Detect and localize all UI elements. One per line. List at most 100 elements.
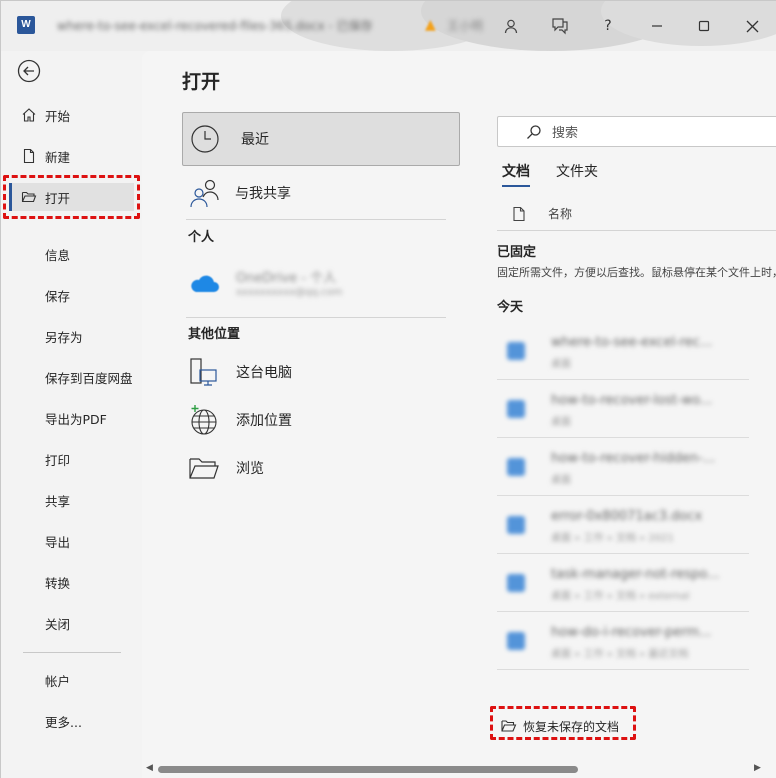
nav-info[interactable]: 信息 [1,240,142,268]
person-icon [504,19,518,34]
scrollbar-thumb[interactable] [158,766,578,773]
nav-share[interactable]: 共享 [1,486,142,514]
onedrive-cloud-icon [191,275,219,292]
nav-transform[interactable]: 转换 [1,568,142,596]
scroll-left-arrow-icon[interactable]: ◀ [146,763,153,773]
people-icon [190,179,219,208]
globe-add-icon [191,405,217,435]
name-column-header[interactable]: 名称 [512,205,572,222]
back-arrow-icon[interactable] [17,59,41,83]
clock-icon [191,125,219,153]
location-browse-label: 浏览 [236,461,264,477]
tab-folders[interactable]: 文件夹 [556,161,598,187]
file-name: how-to-recover-hidden-... [551,451,716,466]
location-add-place[interactable]: 添加位置 [182,402,460,438]
recent-file-row[interactable]: task-manager-not-respo... 桌面 » 工作 » 文档 »… [497,554,749,612]
section-divider [186,317,446,318]
other-locations-header: 其他位置 [188,327,241,342]
word-doc-icon [507,516,525,534]
folder-icon [189,458,219,479]
word-doc-icon [507,458,525,476]
maximize-button[interactable] [689,11,719,41]
nav-save[interactable]: 保存 [1,281,142,309]
section-divider [186,219,446,220]
file-icon [513,206,525,221]
search-input[interactable]: 搜索 [497,116,776,147]
word-logo-icon: W [17,16,35,34]
file-path: 桌面 » 工作 » 文档 » 2021 [551,533,674,544]
tab-documents[interactable]: 文档 [502,161,530,187]
scroll-right-arrow-icon[interactable]: ▶ [754,763,761,773]
nav-new[interactable]: 新建 [1,142,142,170]
word-doc-icon [507,632,525,650]
user-name[interactable]: 王小明 [447,17,483,34]
highlight-box-open [3,175,140,219]
maximize-icon [698,20,710,32]
location-recent-label: 最近 [241,132,269,148]
file-name: how-do-i-recover-perm... [551,625,712,640]
location-shared-label: 与我共享 [235,186,291,202]
word-doc-icon [507,400,525,418]
nav-more[interactable]: 更多... [1,707,142,735]
nav-save-as[interactable]: 另存为 [1,322,142,350]
location-shared[interactable]: 与我共享 [182,175,460,211]
feedback-button[interactable] [545,11,575,41]
file-name: where-to-see-excel-rec... [551,335,713,350]
highlight-box-recover [490,706,636,740]
nav-close[interactable]: 关闭 [1,609,142,637]
recent-file-row[interactable]: how-to-recover-hidden-... 桌面 [497,438,749,496]
file-name: how-to-recover-lost-wo... [551,393,713,408]
nav-home-label: 开始 [45,108,71,124]
file-path: 桌面 [551,475,571,486]
close-button[interactable] [737,11,767,41]
file-name: error-0x80071ac3.docx [551,509,703,524]
nav-export-pdf[interactable]: 导出为PDF [1,404,142,432]
minimize-icon [652,25,662,27]
nav-export[interactable]: 导出 [1,527,142,555]
name-column-label: 名称 [548,207,573,221]
nav-save-baidu[interactable]: 保存到百度网盘 [1,363,142,391]
pinned-header: 已固定 [497,245,537,260]
help-button[interactable]: ? [593,11,623,41]
nav-divider [23,652,121,653]
recent-file-row[interactable]: how-to-recover-lost-wo... 桌面 [497,380,749,438]
today-header: 今天 [497,300,524,315]
recent-file-row[interactable]: how-do-i-recover-perm... 桌面 » 工作 » 文档 » … [497,612,749,670]
search-placeholder: 搜索 [552,126,579,141]
nav-print[interactable]: 打印 [1,445,142,473]
nav-home[interactable]: 开始 [1,101,142,129]
header-divider [497,230,776,231]
recent-file-row[interactable]: where-to-see-excel-rec... 桌面 [497,322,749,380]
location-this-pc[interactable]: 这台电脑 [182,354,460,390]
location-recent[interactable]: 最近 [182,112,460,166]
file-path: 桌面 [551,359,571,370]
close-icon [746,20,758,32]
personal-header: 个人 [188,230,215,245]
horizontal-scrollbar[interactable]: ◀ ▶ [142,760,776,778]
nav-account[interactable]: 帐户 [1,666,142,694]
search-icon [527,124,541,139]
file-name: task-manager-not-respo... [551,567,720,582]
page-title: 打开 [182,71,221,93]
file-path: 桌面 » 工作 » 文档 » external [551,591,690,602]
location-this-pc-label: 这台电脑 [236,365,292,381]
account-button[interactable] [496,11,526,41]
word-doc-icon [507,342,525,360]
file-tabs: 文档 文件夹 [502,161,598,187]
minimize-button[interactable] [642,11,672,41]
onedrive-account-email: xxxxxxxxxx@qq.com [236,287,343,298]
word-doc-icon [507,574,525,592]
nav-new-label: 新建 [45,149,71,165]
backstage-nav: 开始 新建 打开 信息 保存 另存为 保存到百度网盘 导出为PDF 打印 共享 … [1,51,142,778]
open-panel: 打开 最近 与我共享 个人 OneDrive - 个人 xxxxxxxxxx@q… [142,51,776,778]
document-title: where-to-see-excel-recovered-files-365.d… [57,19,373,33]
title-bar: W where-to-see-excel-recovered-files-365… [1,1,776,51]
location-add-place-label: 添加位置 [236,413,292,429]
pinned-description: 固定所需文件，方便以后查找。鼠标悬停在某个文件上时，单击 [497,266,776,279]
file-path: 桌面 » 工作 » 文档 » 最近文档 [551,649,689,660]
recent-file-row[interactable]: error-0x80071ac3.docx 桌面 » 工作 » 文档 » 202… [497,496,749,554]
warning-icon[interactable]: ▲ [425,17,436,33]
location-browse[interactable]: 浏览 [182,450,460,486]
new-doc-icon [23,148,35,164]
file-path: 桌面 [551,417,571,428]
